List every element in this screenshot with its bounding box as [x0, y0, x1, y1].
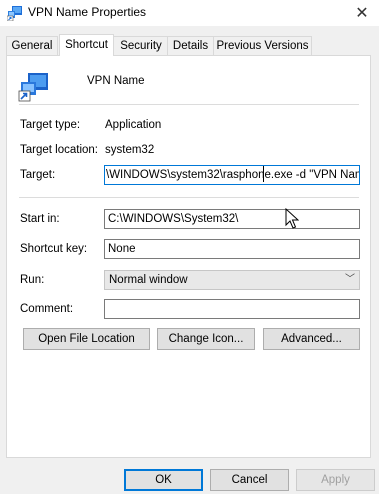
close-button[interactable]: ✕: [345, 0, 379, 26]
window-title: VPN Name Properties: [28, 5, 147, 19]
advanced-button[interactable]: Advanced...: [263, 328, 360, 350]
shortcut-key-label: Shortcut key:: [20, 243, 88, 255]
network-connection-shortcut-icon: [18, 73, 48, 102]
start-in-label: Start in:: [20, 213, 60, 225]
tab-shortcut[interactable]: Shortcut: [59, 34, 114, 56]
tab-general[interactable]: General: [6, 36, 58, 55]
tab-details[interactable]: Details: [167, 36, 214, 55]
run-label: Run:: [20, 274, 45, 286]
target-type-value: Application: [105, 119, 162, 131]
shortcut-name: VPN Name: [87, 75, 145, 87]
run-select-value: Normal window: [109, 274, 188, 286]
apply-button[interactable]: Apply: [296, 469, 375, 491]
target-input[interactable]: \WINDOWS\system32\rasphone.exe -d "VPN N…: [104, 165, 360, 185]
target-location-label: Target location:: [20, 144, 98, 156]
tab-security[interactable]: Security: [113, 36, 169, 55]
comment-input[interactable]: [104, 299, 360, 319]
shortcut-key-input[interactable]: None: [104, 239, 360, 259]
divider: [19, 197, 359, 198]
target-label: Target:: [20, 169, 56, 181]
target-location-value: system32: [105, 144, 155, 156]
target-type-label: Target type:: [20, 119, 81, 131]
comment-label: Comment:: [20, 303, 74, 315]
tab-previous-versions[interactable]: Previous Versions: [213, 36, 312, 55]
ok-button[interactable]: OK: [124, 469, 203, 491]
change-icon-button[interactable]: Change Icon...: [157, 328, 255, 350]
open-file-location-button[interactable]: Open File Location: [23, 328, 150, 350]
run-select[interactable]: Normal window ﹀: [104, 270, 360, 290]
chevron-down-icon: ﹀: [345, 274, 355, 285]
cancel-button[interactable]: Cancel: [210, 469, 289, 491]
mouse-pointer-icon: [285, 208, 299, 229]
divider: [19, 104, 359, 105]
close-icon: ✕: [355, 5, 369, 22]
network-shortcut-icon: [7, 6, 22, 21]
title-bar: VPN Name Properties ✕: [0, 0, 379, 26]
start-in-input[interactable]: C:\WINDOWS\System32\: [104, 209, 360, 229]
text-caret: [263, 166, 264, 182]
